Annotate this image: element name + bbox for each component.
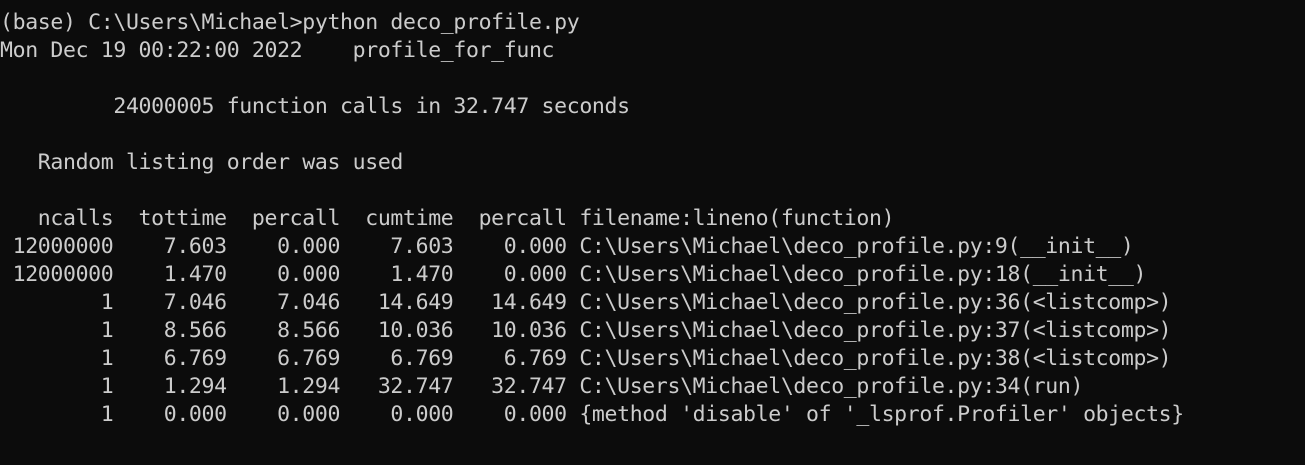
profile-table-header: ncalls tottime percall cumtime percall f…	[0, 206, 895, 231]
function-calls-summary: 24000005 function calls in 32.747 second…	[0, 94, 630, 119]
profile-table-row: 1 6.769 6.769 6.769 6.769 C:\Users\Micha…	[0, 346, 1172, 371]
profile-table-row: 1 0.000 0.000 0.000 0.000 {method 'disab…	[0, 402, 1184, 427]
profile-table-row: 12000000 1.470 0.000 1.470 0.000 C:\User…	[0, 262, 1147, 287]
profile-table-row: 12000000 7.603 0.000 7.603 0.000 C:\User…	[0, 234, 1134, 259]
listing-order-note: Random listing order was used	[0, 150, 404, 175]
command-line: (base) C:\Users\Michael>python deco_prof…	[0, 10, 580, 35]
profile-table-row: 1 7.046 7.046 14.649 14.649 C:\Users\Mic…	[0, 290, 1172, 315]
profile-timestamp-line: Mon Dec 19 00:22:00 2022 profile_for_fun…	[0, 38, 555, 63]
terminal-output[interactable]: (base) C:\Users\Michael>python deco_prof…	[0, 0, 1305, 465]
profile-table-row: 1 8.566 8.566 10.036 10.036 C:\Users\Mic…	[0, 318, 1172, 343]
profile-table-row: 1 1.294 1.294 32.747 32.747 C:\Users\Mic…	[0, 374, 1084, 399]
